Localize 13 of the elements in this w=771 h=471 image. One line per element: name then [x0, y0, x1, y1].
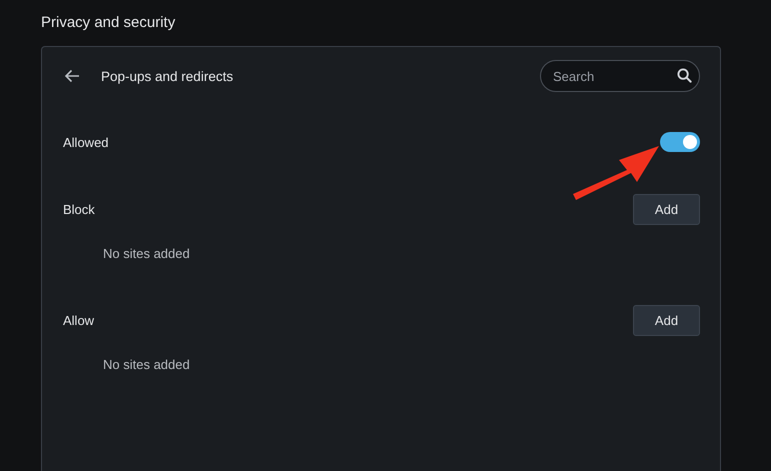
section-label: Allow: [63, 312, 94, 328]
empty-message: No sites added: [102, 245, 190, 263]
toggle-switch[interactable]: [660, 132, 700, 152]
back-arrow-icon[interactable]: [64, 69, 80, 83]
setting-label: Allowed: [63, 134, 109, 150]
add-button[interactable]: Add: [633, 194, 700, 224]
section-heading: Privacy and security: [41, 14, 176, 32]
search-icon: [677, 68, 692, 83]
search-field[interactable]: Search: [540, 60, 700, 92]
page-title: Pop-ups and redirects: [101, 68, 234, 84]
section-label: Block: [63, 202, 95, 216]
empty-message: No sites added: [102, 356, 190, 374]
add-button[interactable]: Add: [633, 304, 700, 336]
